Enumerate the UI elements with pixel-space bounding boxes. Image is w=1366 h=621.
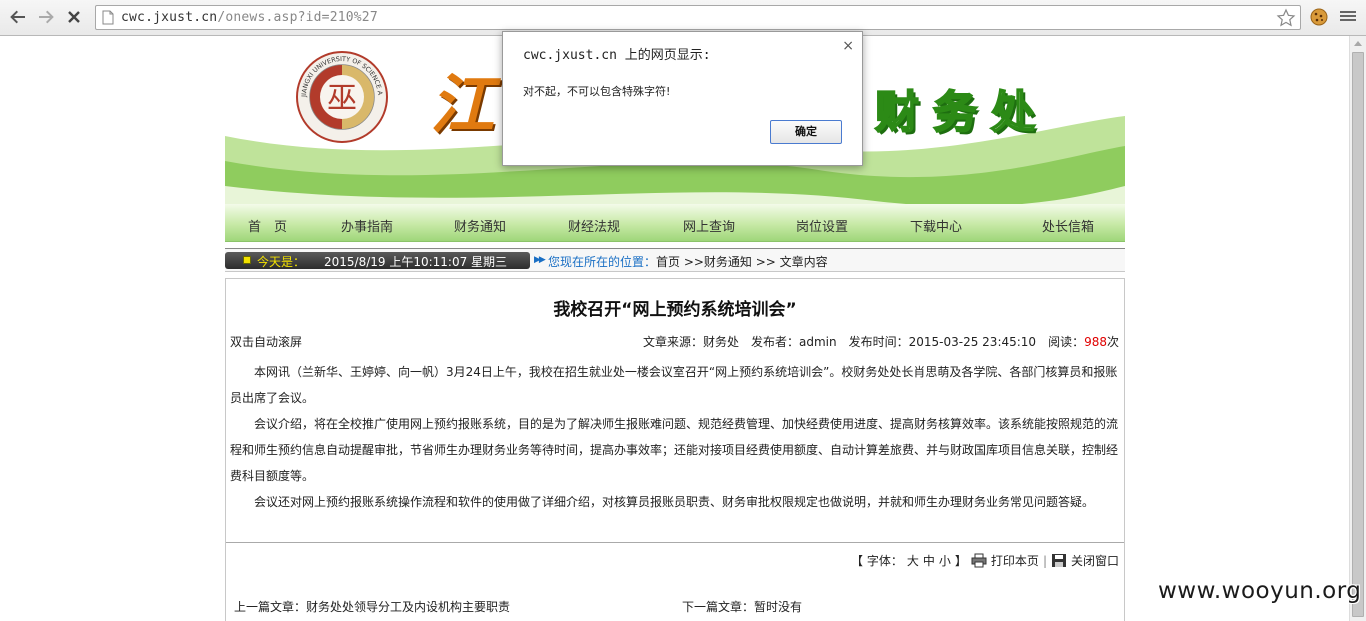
breadcrumb[interactable]: 首页 >>财务通知 >> 文章内容: [656, 253, 828, 270]
back-arrow-icon: [10, 10, 25, 24]
article-tools: 【 字体： 大 中 小 】 打印本页 | 关闭窗口: [851, 552, 1119, 569]
banner-department-title: 财务处: [874, 86, 1049, 139]
stop-button[interactable]: [62, 6, 86, 28]
nav-item-positions[interactable]: 岗位设置: [796, 216, 848, 235]
forward-button[interactable]: [34, 6, 58, 28]
today-datetime: 2015/8/19 上午10:11:07 星期三: [324, 255, 508, 269]
nav-item-guide[interactable]: 办事指南: [341, 216, 393, 235]
nav-item-regulations[interactable]: 财经法规: [568, 216, 620, 235]
scroll-up-arrow-icon[interactable]: [1354, 41, 1362, 46]
close-icon[interactable]: ×: [842, 38, 854, 54]
font-small-link[interactable]: 小: [939, 552, 951, 569]
dialog-title: cwc.jxust.cn 上的网页显示:: [523, 48, 711, 63]
nav-item-director-mailbox[interactable]: 处长信箱: [1042, 216, 1094, 235]
article-divider: [226, 542, 1124, 543]
article-paragraph: 会议介绍，将在全校推广使用网上预约报账系统，目的是为了解决师生报账难问题、规范经…: [230, 417, 1119, 483]
svg-text:巫: 巫: [327, 81, 357, 116]
font-large-link[interactable]: 大: [907, 552, 919, 569]
nav-item-online-query[interactable]: 网上查询: [683, 216, 735, 235]
page-scrollbar[interactable]: [1349, 36, 1366, 621]
floppy-disk-icon[interactable]: [1051, 553, 1067, 568]
nav-item-downloads[interactable]: 下载中心: [910, 216, 962, 235]
ok-button[interactable]: 确定: [770, 120, 842, 144]
print-page-link[interactable]: 打印本页: [991, 552, 1039, 569]
article-paragraph: 本网讯（兰新华、王婷婷、向一帆）3月24日上午，我校在招生就业处一楼会议室召开“…: [230, 365, 1118, 405]
read-count-unit: 次: [1106, 335, 1119, 349]
url-host: cwc.jxust.cn: [121, 10, 218, 25]
close-window-link[interactable]: 关闭窗口: [1071, 552, 1119, 569]
font-medium-link[interactable]: 中: [923, 552, 935, 569]
nav-item-notices[interactable]: 财务通知: [454, 216, 506, 235]
prev-article-link[interactable]: 上一篇文章：财务处处领导分工及内设机构主要职责: [234, 598, 510, 615]
font-size-label-end: 】: [954, 554, 967, 568]
location-label: 您现在所在的位置：: [548, 255, 657, 269]
tools-separator: |: [1042, 553, 1047, 568]
browser-menu-button[interactable]: [1340, 9, 1356, 25]
cookie-extension-icon[interactable]: [1309, 7, 1329, 27]
article-panel: 我校召开“网上预约系统培训会” 双击自动滚屏 文章来源：财务处 发布者：admi…: [225, 278, 1125, 621]
back-button[interactable]: [6, 6, 30, 28]
scroll-thumb[interactable]: [1352, 52, 1364, 617]
banner-title-char: 江: [430, 68, 494, 143]
meta-text: 文章来源：财务处 发布者：admin 发布时间：2015-03-25 23:45…: [643, 335, 1085, 349]
bullet-square-icon: [243, 256, 251, 264]
today-label: 今天是：: [257, 255, 306, 269]
forward-arrow-icon: [39, 10, 54, 24]
read-count: 988: [1084, 335, 1107, 349]
font-size-label: 【 字体：: [851, 554, 903, 568]
article-paragraph: 会议还对网上预约报账系统操作流程和软件的使用做了详细介绍，对核算员报账员职责、财…: [254, 495, 1095, 509]
url-text[interactable]: cwc.jxust.cn/onews.asp?id=210%27: [121, 10, 378, 25]
address-bar[interactable]: cwc.jxust.cn/onews.asp?id=210%27: [95, 5, 1301, 30]
url-path: /onews.asp?id=210%27: [217, 10, 378, 25]
dblclick-scroll-hint: 双击自动滚屏: [230, 335, 303, 349]
bookmark-star-icon[interactable]: [1276, 8, 1296, 28]
page-icon: [102, 10, 114, 25]
info-bar: 今天是： 2015/8/19 上午10:11:07 星期三 ▶▶ 您现在所在的位…: [225, 248, 1125, 272]
next-article-link[interactable]: 下一篇文章：暂时没有: [682, 598, 802, 615]
university-seal-logo: 巫 JIANGXI UNIVERSITY OF SCIENCE AND TECH…: [295, 50, 388, 143]
watermark-text: www.wooyun.org: [1158, 578, 1362, 604]
alert-dialog: cwc.jxust.cn 上的网页显示: × 对不起，不可以包含特殊字符! 确定: [502, 31, 863, 166]
double-arrow-icon: ▶▶: [534, 255, 546, 265]
printer-icon[interactable]: [971, 553, 987, 568]
article-meta: 文章来源：财务处 发布者：admin 发布时间：2015-03-25 23:45…: [643, 333, 1119, 350]
article-title: 我校召开“网上预约系统培训会”: [553, 300, 797, 320]
stop-x-icon: [68, 11, 80, 23]
dialog-message: 对不起，不可以包含特殊字符!: [523, 85, 671, 98]
article-body: 本网讯（兰新华、王婷婷、向一帆）3月24日上午，我校在招生就业处一楼会议室召开“…: [230, 359, 1120, 515]
nav-item-home[interactable]: 首 页: [248, 216, 287, 235]
today-box: 今天是： 2015/8/19 上午10:11:07 星期三: [225, 252, 530, 269]
main-nav: 首 页 办事指南 财务通知 财经法规 网上查询 岗位设置 下载中心 处长信箱: [225, 204, 1125, 242]
